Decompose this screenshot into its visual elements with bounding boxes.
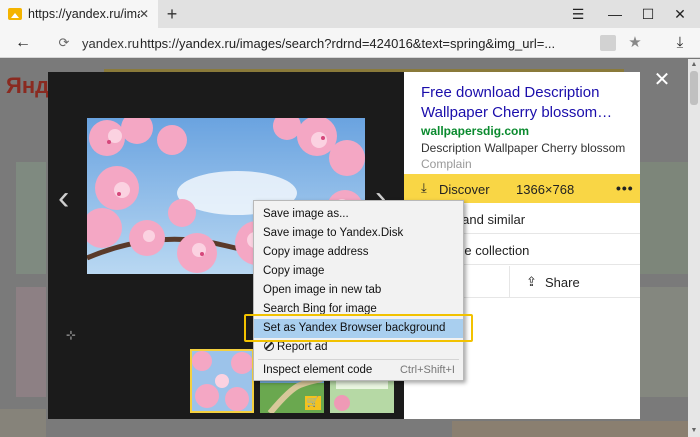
background-thumbnail	[640, 287, 688, 397]
menu-item-copy-image[interactable]: Copy image	[254, 262, 463, 281]
tab-title: https://yandex.ru/images	[28, 7, 140, 21]
report-icon	[264, 341, 274, 351]
downloads-icon[interactable]: ⤓	[670, 33, 690, 53]
download-icon: ⤓	[421, 180, 427, 195]
previous-image-arrow-icon[interactable]: ‹	[58, 178, 69, 218]
discover-label: Discover	[439, 182, 490, 197]
scroll-up-icon[interactable]: ▲	[688, 59, 700, 71]
browser-menu-icon[interactable]: ☰	[567, 4, 589, 24]
yandex-images-favicon-icon	[8, 8, 22, 20]
minimize-icon[interactable]: —	[604, 4, 626, 24]
share-icon[interactable]: ⇪	[526, 274, 537, 290]
maximize-icon[interactable]: ☐	[637, 4, 659, 24]
menu-item-save-to-disk[interactable]: Save image to Yandex.Disk	[254, 224, 463, 243]
bookmark-star-icon[interactable]: ★	[626, 33, 644, 53]
menu-item-copy-image-address[interactable]: Copy image address	[254, 243, 463, 262]
back-arrow-icon[interactable]: ←	[12, 33, 34, 53]
background-thumbnail	[452, 421, 688, 437]
yandex-logo: Янд	[6, 73, 50, 98]
url-domain[interactable]: yandex.ru	[82, 36, 139, 51]
share-button[interactable]: Share	[545, 275, 580, 290]
menu-item-shortcut: Ctrl+Shift+I	[399, 364, 455, 376]
url-input[interactable]: https://yandex.ru/images/search?rdrnd=42…	[140, 36, 555, 51]
shopping-cart-icon[interactable]: 🛒	[305, 396, 321, 410]
more-options-icon[interactable]: •••	[616, 180, 634, 196]
source-site-link[interactable]: wallpapersdig.com	[421, 124, 529, 138]
tab-strip: https://yandex.ru/images ✕ + ☰ — ☐ ✕	[0, 0, 700, 28]
tab-close-icon[interactable]: ✕	[136, 6, 152, 22]
new-tab-button[interactable]: +	[162, 4, 182, 24]
menu-item-label: Save image as...	[263, 208, 349, 220]
viewer-close-icon[interactable]: ✕	[652, 70, 672, 90]
menu-item-inspect-element[interactable]: Inspect element code Ctrl+Shift+I	[254, 361, 463, 380]
thumbnail-selected[interactable]	[190, 349, 254, 413]
menu-item-label: Copy image	[263, 265, 325, 277]
menu-item-label: Copy image address	[263, 246, 369, 258]
callout-highlight-frame	[244, 314, 473, 342]
menu-item-save-image-as[interactable]: Save image as...	[254, 205, 463, 224]
menu-item-label: Open image in new tab	[263, 284, 382, 296]
background-thumbnail	[16, 287, 46, 397]
page-scrollbar[interactable]: ▲ ▼	[688, 59, 700, 437]
scroll-thumb[interactable]	[690, 71, 698, 105]
background-thumbnail	[16, 162, 46, 274]
background-thumbnail	[640, 162, 688, 274]
menu-item-label: Save image to Yandex.Disk	[263, 227, 404, 239]
browser-tab[interactable]: https://yandex.ru/images ✕	[0, 0, 158, 28]
image-size-label: 1366×768	[516, 182, 575, 197]
fullscreen-icon[interactable]: ⊹	[66, 328, 76, 342]
scroll-down-icon[interactable]: ▼	[688, 425, 700, 437]
window-close-icon[interactable]: ✕	[669, 4, 691, 24]
protect-icon[interactable]	[600, 35, 616, 51]
complain-link[interactable]: Complain	[421, 157, 472, 171]
share-divider	[509, 266, 510, 298]
menu-separator	[258, 359, 459, 360]
context-menu: Save image as... Save image to Yandex.Di…	[253, 200, 464, 381]
result-description: Description Wallpaper Cherry blossom	[421, 141, 626, 155]
menu-item-label: Report ad	[277, 341, 328, 353]
result-title-link[interactable]: Free download Description Wallpaper Cher…	[421, 83, 631, 123]
menu-item-open-in-new-tab[interactable]: Open image in new tab	[254, 281, 463, 300]
menu-item-label: Inspect element code	[263, 364, 373, 376]
address-bar: ← ⟳ yandex.ru https://yandex.ru/images/s…	[0, 28, 700, 58]
discover-button[interactable]: ⤓ Discover 1366×768 •••	[404, 174, 640, 203]
background-thumbnail	[0, 409, 46, 437]
reload-icon[interactable]: ⟳	[55, 34, 73, 52]
